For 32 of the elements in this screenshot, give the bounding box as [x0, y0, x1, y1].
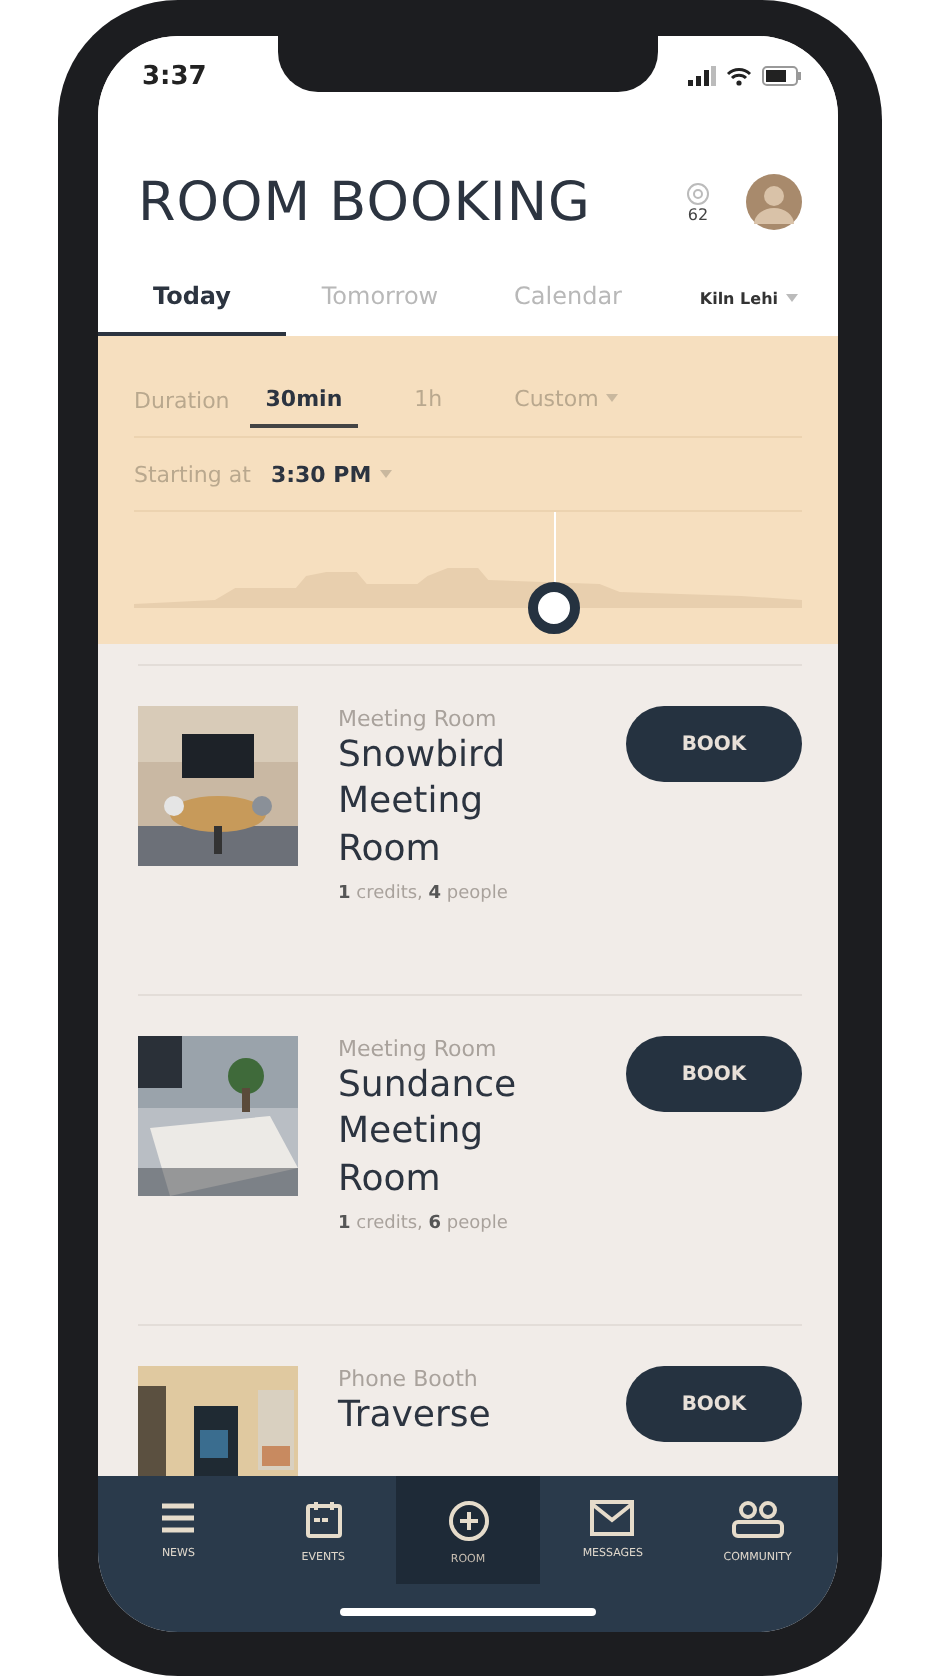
start-label: Starting at — [134, 461, 251, 487]
battery-icon — [762, 66, 802, 86]
room-details: 1 credits, 6 people — [338, 1214, 510, 1235]
status-time: 3:37 — [142, 61, 207, 91]
menu-icon — [158, 1500, 199, 1536]
book-button[interactable]: BOOK — [626, 706, 802, 782]
room-details: 1 credits, 4 people — [338, 884, 510, 905]
book-button[interactable]: BOOK — [626, 1036, 802, 1112]
credit-count: 62 — [687, 205, 709, 223]
room-name: Traverse — [338, 1392, 493, 1439]
wifi-icon — [726, 66, 752, 86]
avatar[interactable] — [746, 174, 802, 230]
plus-circle-icon — [447, 1500, 490, 1542]
book-button[interactable]: BOOK — [626, 1366, 802, 1442]
envelope-icon — [590, 1500, 635, 1536]
start-time-dropdown[interactable]: 3:30 PM — [270, 461, 392, 487]
caret-icon — [786, 294, 798, 302]
room-name: Snowbird Meeting Room — [338, 732, 508, 873]
calendar-icon — [303, 1500, 344, 1540]
people-icon — [731, 1500, 784, 1540]
room-type: Meeting Room — [338, 1036, 499, 1062]
duration-option[interactable]: 30min — [249, 373, 359, 427]
room-type: Meeting Room — [338, 706, 499, 732]
room-name: Sundance Meeting Room — [338, 1062, 519, 1203]
duration-label: Duration — [134, 387, 230, 413]
location-dropdown[interactable]: Kiln Lehi — [687, 260, 810, 336]
coin-icon — [686, 181, 710, 205]
signal-icon — [688, 66, 716, 86]
page-title: ROOM BOOKING — [138, 171, 593, 233]
slider-thumb[interactable] — [528, 582, 581, 634]
caret-icon — [379, 470, 392, 478]
room-type: Phone Booth — [338, 1366, 480, 1392]
